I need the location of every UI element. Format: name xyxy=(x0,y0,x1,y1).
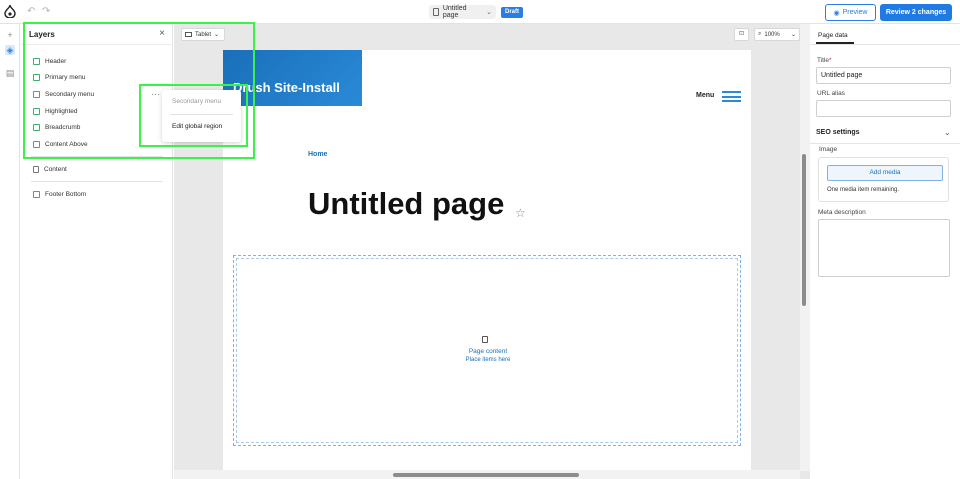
drop-zone-hint: Place items here xyxy=(465,357,511,363)
image-label: Image xyxy=(819,146,838,153)
layer-item-highlighted[interactable]: Highlighted xyxy=(33,105,78,117)
layer-label: Header xyxy=(45,57,67,65)
more-options-icon[interactable]: ··· xyxy=(151,90,161,99)
status-badge: Draft xyxy=(501,7,524,18)
device-label: Tablet xyxy=(195,31,212,38)
divider xyxy=(810,44,960,45)
breadcrumb-home-link[interactable]: Home xyxy=(308,151,327,158)
vertical-scroll-thumb[interactable] xyxy=(802,154,806,306)
context-menu: Secondary menu Edit global region xyxy=(162,90,241,142)
layer-item-secondary-menu[interactable]: Secondary menu xyxy=(33,88,94,100)
divider xyxy=(170,114,233,115)
chevron-down-icon[interactable]: ⌄ xyxy=(944,128,951,137)
library-icon[interactable]: ▤ xyxy=(5,68,15,78)
tab-page-data[interactable]: Page data xyxy=(818,32,848,39)
region-icon xyxy=(33,90,40,98)
editor-canvas: Tablet ⌄ ⊡ ⌕ 100% ⌄ Drush Site-Install M… xyxy=(174,24,810,479)
page-selector-label: Untitled page xyxy=(442,5,467,19)
left-rail: + ◈ ▤ xyxy=(0,24,20,479)
zoom-selector[interactable]: ⌕ 100% ⌄ xyxy=(754,28,800,41)
add-icon[interactable]: + xyxy=(5,30,15,40)
meta-description-label: Meta description xyxy=(818,209,866,216)
layer-item-primary-menu[interactable]: Primary menu xyxy=(33,71,85,83)
layer-item-content-above[interactable]: Content Above xyxy=(33,138,88,150)
region-icon xyxy=(33,140,40,148)
url-alias-input[interactable] xyxy=(816,100,951,117)
add-media-button[interactable]: Add media xyxy=(827,165,943,181)
layer-label: Highlighted xyxy=(45,107,78,115)
redo-icon[interactable]: ↷ xyxy=(42,6,50,17)
menu-label[interactable]: Menu xyxy=(696,92,714,99)
zoom-label: 100% xyxy=(764,31,780,38)
url-alias-label: URL alias xyxy=(817,90,845,97)
star-icon[interactable]: ☆ xyxy=(515,206,526,220)
title-input[interactable]: Untitled page xyxy=(816,67,951,84)
site-branding[interactable]: Drush Site-Install xyxy=(223,50,362,106)
layer-label: Secondary menu xyxy=(45,90,95,98)
chevron-down-icon: ⌄ xyxy=(790,32,796,38)
region-icon xyxy=(33,123,40,131)
title-field-label: Title* xyxy=(817,57,832,64)
edit-global-region-item[interactable]: Edit global region xyxy=(172,123,222,130)
top-bar: ↶ ↷ Untitled page ⌄ Draft ◉ Preview Revi… xyxy=(0,0,960,24)
divider xyxy=(31,156,163,157)
page-icon xyxy=(33,165,39,173)
hamburger-icon[interactable] xyxy=(722,91,741,102)
meta-description-textarea[interactable] xyxy=(818,219,950,277)
preview-button[interactable]: ◉ Preview xyxy=(825,4,876,21)
settings-panel: Page data Title* Untitled page URL alias… xyxy=(810,24,960,479)
divider xyxy=(810,143,960,144)
page-icon xyxy=(482,336,488,343)
required-marker: * xyxy=(829,57,832,64)
context-menu-header: Secondary menu xyxy=(172,98,222,105)
horizontal-scroll-thumb[interactable] xyxy=(393,473,579,477)
fit-to-screen-icon[interactable]: ⊡ xyxy=(734,28,749,41)
chevron-down-icon: ⌄ xyxy=(486,9,492,16)
image-widget: Add media One media item remaining. xyxy=(818,157,949,202)
layer-label: Breadcrumb xyxy=(45,123,81,131)
title-label-text: Title xyxy=(817,57,830,64)
layer-label: Content Above xyxy=(45,140,88,148)
region-icon xyxy=(33,73,40,81)
seo-settings-heading[interactable]: SEO settings xyxy=(816,129,860,136)
layer-item-breadcrumb[interactable]: Breadcrumb xyxy=(33,121,80,133)
horizontal-scrollbar[interactable] xyxy=(174,470,800,479)
content-drop-zone[interactable]: Page content Place items here xyxy=(233,255,741,446)
chevron-down-icon: ⌄ xyxy=(214,32,220,38)
page-preview: Drush Site-Install Menu Home Untitled pa… xyxy=(223,50,751,470)
layers-header: Layers × xyxy=(21,24,173,45)
zoom-icon: ⌕ xyxy=(758,31,762,37)
undo-icon[interactable]: ↶ xyxy=(27,6,35,17)
region-icon xyxy=(33,57,40,65)
layers-title: Layers xyxy=(29,30,55,39)
media-remaining-text: One media item remaining. xyxy=(827,187,900,193)
page-heading: Untitled page xyxy=(308,186,505,221)
tablet-icon xyxy=(185,32,192,37)
eye-icon: ◉ xyxy=(833,9,840,17)
layer-label: Content xyxy=(44,165,67,173)
region-icon xyxy=(33,190,40,198)
layer-label: Footer Bottom xyxy=(45,190,87,198)
region-icon xyxy=(33,107,40,115)
review-changes-button[interactable]: Review 2 changes xyxy=(880,4,952,21)
vertical-scrollbar[interactable] xyxy=(800,24,810,471)
layer-item-content[interactable]: Content xyxy=(33,163,67,175)
layer-item-footer-bottom[interactable]: Footer Bottom xyxy=(33,188,86,200)
preview-label: Preview xyxy=(842,9,868,16)
drupal-logo-icon[interactable] xyxy=(4,5,16,18)
layer-label: Primary menu xyxy=(45,73,86,81)
device-selector[interactable]: Tablet ⌄ xyxy=(181,28,225,41)
close-icon[interactable]: × xyxy=(159,28,165,39)
divider xyxy=(31,181,163,182)
layer-item-header[interactable]: Header xyxy=(33,55,66,67)
drop-zone-title: Page content xyxy=(468,348,508,355)
layers-icon[interactable]: ◈ xyxy=(5,45,15,55)
site-name: Drush Site-Install xyxy=(233,80,340,95)
document-icon xyxy=(433,8,439,16)
page-selector[interactable]: Untitled page ⌄ xyxy=(429,5,496,19)
